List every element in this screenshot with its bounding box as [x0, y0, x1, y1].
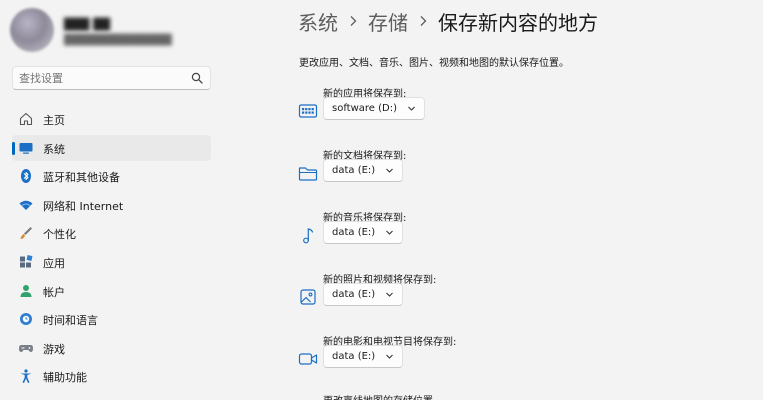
photo-icon: [300, 289, 316, 305]
sidebar-item-label: 个性化: [43, 228, 76, 242]
chevron-down-icon: [386, 292, 394, 297]
breadcrumb-system[interactable]: 系统: [298, 7, 338, 36]
sidebar-item-network[interactable]: 网络和 Internet: [12, 192, 211, 218]
sidebar-nav: 主页 系统 蓝牙和其他设备 网络和 Internet 个性化 应用 帐户 时间和…: [12, 106, 211, 392]
documents-location-dropdown[interactable]: data (E:): [323, 159, 404, 182]
sidebar-item-personalization[interactable]: 个性化: [12, 220, 211, 246]
chevron-right-icon: [420, 16, 427, 26]
dropdown-value: data (E:): [332, 227, 376, 238]
apps-icon: [20, 255, 33, 268]
globe-icon: [20, 313, 32, 326]
user-profile[interactable]: ███ ██ ██████████████: [10, 8, 215, 52]
setting-music-location: 新的音乐将保存到: data (E:): [298, 209, 598, 259]
setting-movies-location: 新的电影和电视节目将保存到: data (E:): [298, 333, 598, 383]
sidebar-item-accessibility[interactable]: 辅助功能: [12, 363, 211, 389]
breadcrumb: 系统 存储 保存新内容的地方: [298, 6, 598, 36]
sidebar: ███ ██ ██████████████ 主页 系统: [0, 0, 222, 400]
setting-documents-location: 新的文档将保存到: data (E:): [298, 147, 598, 197]
folder-icon: [298, 167, 318, 181]
sidebar-item-label: 辅助功能: [43, 371, 87, 385]
sidebar-item-label: 网络和 Internet: [43, 199, 124, 213]
wifi-icon: [19, 200, 33, 210]
breadcrumb-storage[interactable]: 存储: [368, 7, 408, 36]
user-name: ███ ██: [64, 18, 111, 31]
apps-location-dropdown[interactable]: software (D:): [323, 97, 425, 120]
sidebar-item-label: 蓝牙和其他设备: [43, 171, 120, 185]
user-email: ██████████████: [64, 35, 172, 46]
sidebar-item-apps[interactable]: 应用: [12, 249, 211, 275]
accessibility-icon: [20, 369, 32, 384]
chevron-down-icon: [386, 230, 394, 235]
sidebar-item-label: 游戏: [43, 342, 65, 356]
sidebar-item-home[interactable]: 主页: [12, 106, 211, 132]
photos-location-dropdown[interactable]: data (E:): [323, 283, 404, 306]
page-title: 保存新内容的地方: [438, 10, 598, 35]
bluetooth-icon: [21, 169, 31, 184]
chevron-down-icon: [386, 168, 394, 173]
dropdown-value: data (E:): [332, 165, 376, 176]
chevron-down-icon: [408, 106, 415, 111]
search-box[interactable]: [12, 66, 211, 90]
avatar[interactable]: [10, 8, 54, 52]
search-input[interactable]: [19, 70, 184, 87]
sidebar-item-gaming[interactable]: 游戏: [12, 335, 211, 361]
search-icon[interactable]: [191, 72, 203, 84]
sidebar-item-accounts[interactable]: 帐户: [12, 278, 211, 304]
sidebar-item-label: 时间和语言: [43, 314, 98, 328]
video-camera-icon: [298, 353, 318, 365]
sidebar-item-time-language[interactable]: 时间和语言: [12, 306, 211, 332]
page-description: 更改应用、文档、音乐、图片、视频和地图的默认保存位置。: [299, 58, 569, 69]
home-icon: [19, 112, 33, 126]
chevron-right-icon: [350, 16, 357, 26]
dropdown-value: software (D:): [332, 103, 397, 114]
account-icon: [20, 284, 32, 297]
dropdown-value: data (E:): [332, 351, 376, 362]
sidebar-item-label: 系统: [43, 142, 65, 156]
system-icon: [19, 142, 33, 154]
apps-save-icon: [298, 104, 318, 118]
brush-icon: [20, 227, 32, 240]
gamepad-icon: [19, 344, 33, 352]
sidebar-item-bluetooth[interactable]: 蓝牙和其他设备: [12, 163, 211, 189]
chevron-down-icon: [386, 354, 394, 359]
sidebar-item-label: 主页: [43, 114, 65, 127]
sidebar-item-label: 应用: [43, 256, 65, 270]
sidebar-item-label: 帐户: [43, 285, 65, 299]
music-note-icon: [303, 228, 314, 244]
dropdown-value: data (E:): [332, 289, 376, 300]
setting-photos-location: 新的照片和视频将保存到: data (E:): [298, 271, 598, 321]
setting-apps-location: 新的应用将保存到: software (D:): [298, 85, 598, 135]
movies-location-dropdown[interactable]: data (E:): [323, 345, 404, 368]
offline-maps-label: 更改离线地图的存储位置: [323, 392, 433, 400]
music-location-dropdown[interactable]: data (E:): [323, 221, 404, 244]
sidebar-item-system[interactable]: 系统: [12, 134, 211, 161]
